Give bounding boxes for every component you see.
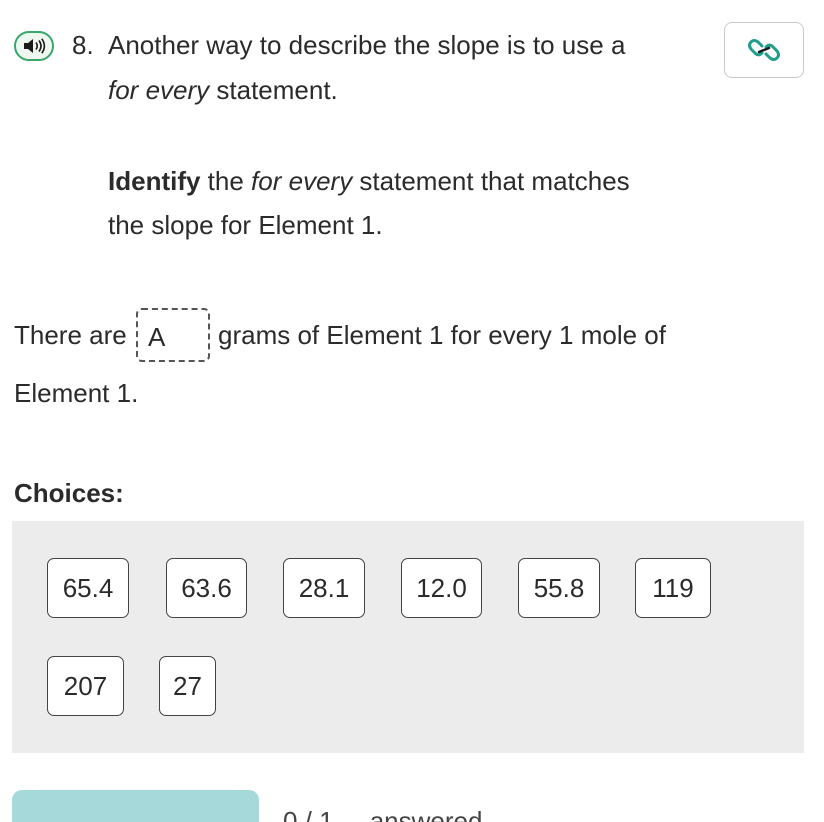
choice-chip[interactable]: 27: [159, 656, 216, 716]
question-text-line2: for every statement.: [108, 73, 338, 107]
choice-chip[interactable]: 63.6: [166, 558, 247, 618]
choices-label: Choices:: [14, 478, 124, 508]
answer-blank-a[interactable]: A: [136, 308, 210, 362]
submit-answer-button[interactable]: [12, 790, 259, 822]
question-text-line1: Another way to describe the slope is to …: [108, 30, 626, 60]
instruction-text-a: the: [200, 166, 252, 196]
instruction-bold: Identify: [108, 166, 201, 196]
statement-suffix: grams of Element 1 for every 1 mole of: [218, 320, 666, 350]
read-aloud-button[interactable]: [14, 31, 54, 61]
choice-chip[interactable]: 12.0: [401, 558, 482, 618]
instruction-emphasis: for every: [251, 166, 353, 196]
choice-chip[interactable]: 55.8: [518, 558, 600, 618]
instruction-text-b: statement that matches: [352, 166, 630, 196]
choices-panel: 65.4 63.6 28.1 12.0 55.8 119 207 27: [12, 521, 804, 753]
statement-prefix: There are: [14, 320, 127, 350]
speaker-icon: [24, 38, 46, 54]
instruction-line1: Identify the for every statement that ma…: [108, 164, 630, 198]
question-text-rest: statement.: [209, 75, 338, 105]
choice-chip[interactable]: 65.4: [47, 558, 129, 618]
link-button[interactable]: [724, 22, 804, 78]
instruction-line2: the slope for Element 1.: [108, 210, 383, 240]
link-icon: [748, 39, 780, 61]
choice-chip[interactable]: 119: [635, 558, 711, 618]
for-every-emphasis: for every: [108, 75, 210, 105]
blank-label: A: [148, 322, 166, 352]
question-number: 8.: [72, 30, 94, 60]
choice-chip[interactable]: 28.1: [283, 558, 365, 618]
answered-status: 0 / 1 ... answered: [283, 806, 483, 822]
statement-line2: Element 1.: [14, 378, 139, 408]
choice-chip[interactable]: 207: [47, 656, 124, 716]
